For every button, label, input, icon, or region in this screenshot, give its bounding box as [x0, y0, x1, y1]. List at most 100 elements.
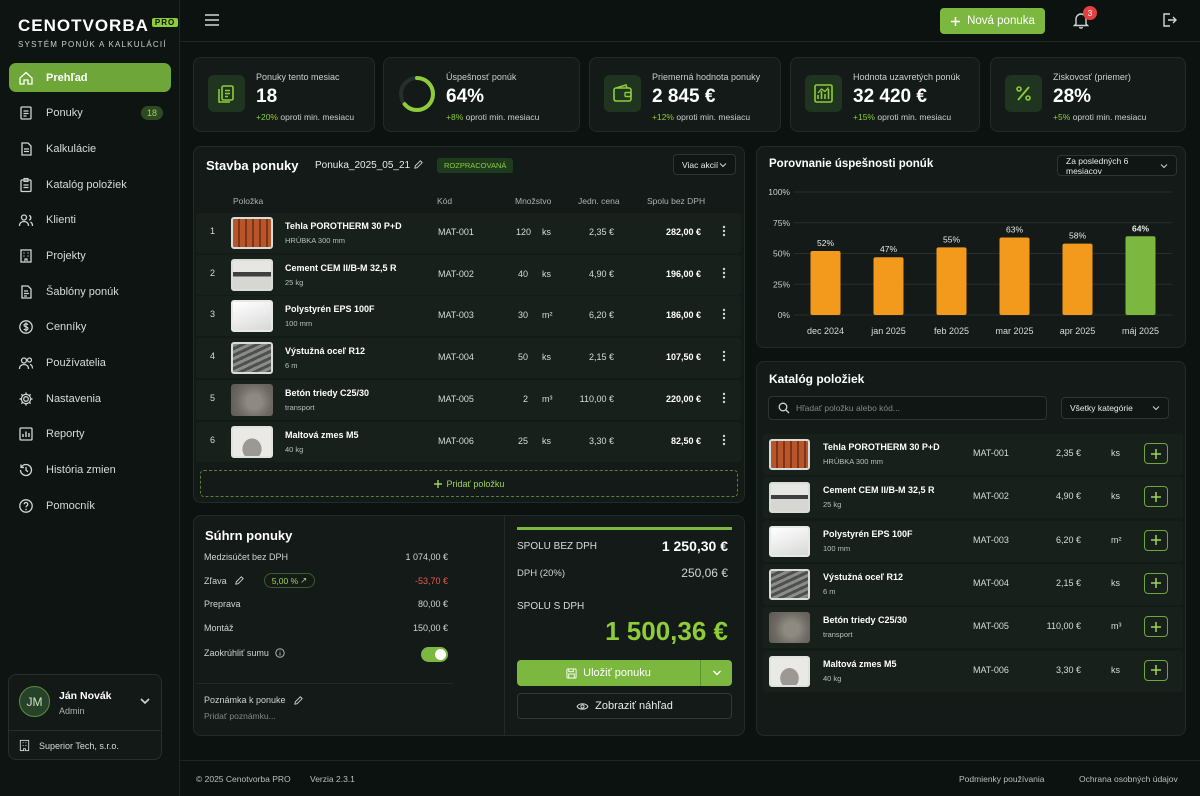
- add-to-offer-button[interactable]: [1144, 659, 1168, 681]
- sidebar-item-users[interactable]: Klienti: [9, 206, 171, 235]
- item-quantity[interactable]: 120: [516, 227, 531, 237]
- more-vertical-icon[interactable]: [722, 392, 726, 404]
- add-to-offer-button[interactable]: [1144, 529, 1168, 551]
- more-vertical-icon[interactable]: [722, 434, 726, 446]
- stat-delta: +15% oproti min. mesiacu: [853, 112, 951, 122]
- sidebar-item-user-group[interactable]: Používatelia: [9, 349, 171, 378]
- privacy-link[interactable]: Ochrana osobných údajov: [1079, 774, 1178, 784]
- table-row[interactable]: 5 Betón triedy C25/30 transport MAT-005 …: [196, 379, 741, 420]
- total-vat-label: SPOLU S DPH: [517, 601, 585, 612]
- more-actions-dropdown[interactable]: Viac akcií: [673, 154, 736, 175]
- company-switcher[interactable]: Superior Tech, s.r.o.: [9, 730, 161, 760]
- plus-icon: [1151, 665, 1161, 675]
- period-dropdown[interactable]: Za posledných 6 mesiacov: [1057, 155, 1177, 176]
- chart-bar: [873, 257, 904, 315]
- sidebar-item-template[interactable]: Šablóny ponúk: [9, 277, 171, 306]
- app-logo[interactable]: CENOTVORBA PRO SYSTÉM PONÚK A KALKULÁCIÍ: [18, 16, 179, 49]
- more-vertical-icon[interactable]: [722, 267, 726, 279]
- new-offer-button[interactable]: Nová ponuka: [940, 8, 1045, 34]
- list-item[interactable]: Polystyrén EPS 100F 100 mm MAT-003 6,20 …: [763, 520, 1183, 562]
- table-row[interactable]: 6 Maltová zmes M5 40 kg MAT-006 25 ks 3,…: [196, 421, 741, 462]
- more-vertical-icon[interactable]: [722, 225, 726, 237]
- more-vertical-icon[interactable]: [722, 308, 726, 320]
- chevron-down-icon[interactable]: [139, 695, 151, 707]
- save-options-button[interactable]: [700, 660, 732, 686]
- list-item[interactable]: Betón triedy C25/30 transport MAT-005 11…: [763, 607, 1183, 649]
- item-unit: m²: [1111, 534, 1122, 545]
- add-item-button[interactable]: Pridať položku: [200, 470, 738, 497]
- sidebar-item-file[interactable]: Kalkulácie: [9, 134, 171, 163]
- item-unit: m²: [542, 310, 553, 321]
- sidebar: CENOTVORBA PRO SYSTÉM PONÚK A KALKULÁCIÍ …: [0, 0, 180, 796]
- item-unit-price: 110,00 €: [579, 393, 614, 404]
- item-detail: 25 kg: [285, 277, 304, 287]
- pencil-icon[interactable]: [293, 695, 304, 706]
- round-sum-toggle[interactable]: [421, 647, 448, 662]
- item-quantity[interactable]: 40: [516, 269, 528, 279]
- preview-button[interactable]: Zobraziť náhľad: [517, 693, 732, 719]
- user-card[interactable]: JM Ján Novák Admin Superior Tech, s.r.o.: [8, 674, 162, 760]
- table-row[interactable]: 4 Výstužná oceľ R12 6 m MAT-004 50 ks 2,…: [196, 338, 741, 379]
- list-item[interactable]: Cement CEM II/B-M 32,5 R 25 kg MAT-002 4…: [763, 477, 1183, 519]
- y-tick-label: 75%: [773, 218, 790, 228]
- list-item[interactable]: Tehla POROTHERM 30 P+D HRÚBKA 300 mm MAT…: [763, 434, 1183, 475]
- terms-link[interactable]: Podmienky používania: [959, 774, 1045, 784]
- template-icon: [18, 284, 34, 300]
- item-thumbnail: [769, 655, 810, 687]
- list-item[interactable]: Výstužná oceľ R12 6 m MAT-004 2,15 € ks: [763, 563, 1183, 605]
- sidebar-item-document[interactable]: Ponuky 18: [9, 99, 171, 128]
- stat-value: 28%: [1053, 86, 1092, 107]
- add-to-offer-button[interactable]: [1144, 616, 1168, 638]
- table-row[interactable]: 3 Polystyrén EPS 100F 100 mm MAT-003 30 …: [196, 296, 741, 337]
- note-input[interactable]: Pridať poznámku...: [204, 711, 276, 721]
- stat-delta: +5% oproti min. mesiacu: [1053, 112, 1146, 122]
- arrow-up-right-icon: ↗: [300, 575, 308, 585]
- item-detail: transport: [285, 402, 315, 412]
- y-tick-label: 100%: [768, 187, 790, 197]
- sidebar-item-home[interactable]: Prehľad: [9, 63, 171, 92]
- list-item[interactable]: Maltová zmes M5 40 kg MAT-006 3,30 € ks: [763, 650, 1183, 692]
- table-row[interactable]: 1 Tehla POROTHERM 30 P+D HRÚBKA 300 mm M…: [196, 213, 741, 253]
- col-header-price: Jedn. cena: [578, 196, 620, 206]
- home-icon: [18, 70, 34, 86]
- pencil-icon[interactable]: [234, 575, 245, 586]
- add-to-offer-button[interactable]: [1144, 572, 1168, 594]
- item-quantity[interactable]: 2: [516, 394, 528, 404]
- stat-delta-text: oproti min. mesiacu: [676, 112, 751, 122]
- gear-icon: [18, 391, 34, 407]
- catalog-search[interactable]: Hľadať položku alebo kód...: [768, 396, 1047, 420]
- item-quantity[interactable]: 50: [516, 352, 528, 362]
- item-unit: ks: [542, 435, 551, 446]
- add-to-offer-button[interactable]: [1144, 443, 1168, 464]
- sidebar-nav: Prehľad Ponuky 18 Kalkulácie Katalóg polo…: [9, 63, 171, 527]
- menu-icon[interactable]: [204, 13, 220, 27]
- sidebar-item-building[interactable]: Projekty: [9, 241, 171, 270]
- pencil-icon[interactable]: [413, 159, 424, 170]
- item-code: MAT-006: [438, 435, 474, 446]
- bar-value-label: 63%: [1006, 225, 1023, 235]
- table-row[interactable]: 2 Cement CEM II/B-M 32,5 R 25 kg MAT-002…: [196, 254, 741, 295]
- add-to-offer-button[interactable]: [1144, 486, 1168, 508]
- item-quantity[interactable]: 25: [516, 436, 528, 446]
- item-name: Cement CEM II/B-M 32,5 R: [823, 485, 935, 496]
- discount-percent-chip[interactable]: 5,00 % ↗: [264, 573, 315, 588]
- item-price: 4,90 €: [1055, 491, 1081, 502]
- sidebar-item-gear[interactable]: Nastavenia: [9, 384, 171, 413]
- category-filter-dropdown[interactable]: Všetky kategórie: [1061, 397, 1169, 419]
- sidebar-item-dollar[interactable]: Cenníky: [9, 313, 171, 342]
- sidebar-item-chart[interactable]: Reporty: [9, 420, 171, 449]
- item-code: MAT-002: [438, 268, 474, 279]
- item-quantity[interactable]: 30: [516, 310, 528, 320]
- sidebar-item-help[interactable]: Pomocník: [9, 491, 171, 520]
- sidebar-item-clipboard[interactable]: Katalóg položiek: [9, 170, 171, 199]
- more-vertical-icon[interactable]: [722, 350, 726, 362]
- logout-icon[interactable]: [1161, 12, 1177, 28]
- info-icon[interactable]: [275, 648, 285, 658]
- discount-label: Zľava: [204, 576, 227, 586]
- sidebar-item-label: Šablóny ponúk: [46, 285, 119, 298]
- item-detail: HRÚBKA 300 mm: [823, 457, 884, 466]
- offer-doc-name[interactable]: Ponuka_2025_05_21: [315, 160, 410, 171]
- catalog-search-input[interactable]: Hľadať položku alebo kód...: [796, 403, 900, 413]
- sidebar-item-history[interactable]: História zmien: [9, 456, 171, 485]
- save-offer-button[interactable]: Uložiť ponuku: [517, 660, 700, 686]
